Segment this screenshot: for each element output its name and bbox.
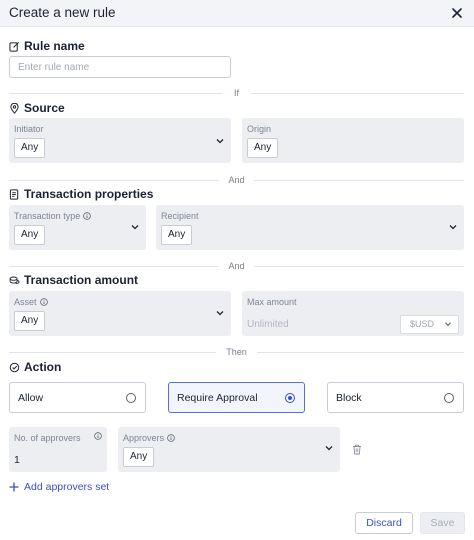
then-label: Then (220, 347, 253, 357)
receipt-icon (9, 188, 19, 200)
transaction-type-chip[interactable]: Any (14, 225, 46, 245)
max-amount-field[interactable]: Max amount Unlimited $USD (242, 291, 464, 336)
action-option-label: Allow (18, 392, 44, 404)
currency-value: $USD (410, 319, 435, 329)
rule-name-input[interactable] (9, 56, 231, 78)
recipient-chip[interactable]: Any (161, 225, 193, 245)
dialog-header: Create a new rule (0, 0, 474, 27)
if-divider: If (9, 88, 464, 98)
dialog-title: Create a new rule (9, 5, 116, 20)
action-heading: Action (9, 360, 61, 374)
currency-select[interactable]: $USD (400, 315, 459, 334)
approvers-label: Approvers (123, 433, 175, 443)
if-label: If (227, 88, 245, 98)
asset-select[interactable]: Asset Any (9, 291, 231, 336)
max-amount-placeholder: Unlimited (247, 319, 289, 330)
action-option-label: Block (336, 392, 362, 404)
add-approvers-set-label: Add approvers set (24, 481, 110, 493)
target-icon (9, 362, 20, 372)
initiator-chip[interactable]: Any (14, 138, 46, 158)
action-option-label: Require Approval (177, 392, 258, 404)
transaction-properties-heading: Transaction properties (9, 187, 153, 201)
discard-button[interactable]: Discard (355, 512, 413, 534)
asset-label: Asset (14, 297, 48, 307)
approvers-count-label: No. of approvers (14, 433, 81, 443)
edit-icon (9, 41, 19, 52)
rule-name-title: Rule name (24, 39, 85, 53)
recipient-label: Recipient (161, 211, 199, 221)
close-icon[interactable] (448, 4, 466, 22)
origin-select[interactable]: Origin Any (242, 118, 464, 163)
origin-chip[interactable]: Any (247, 138, 279, 158)
info-icon (167, 434, 175, 442)
chevron-down-icon (445, 322, 451, 327)
action-option-allow[interactable]: Allow (9, 382, 146, 413)
and-divider: And (9, 175, 464, 185)
and-label: And (222, 261, 251, 271)
approvers-select[interactable]: Approvers Any (118, 427, 340, 472)
recipient-select[interactable]: Recipient Any (156, 205, 464, 250)
chevron-down-icon (131, 225, 139, 230)
coins-icon (9, 276, 20, 284)
radio-button[interactable] (444, 393, 454, 403)
trash-icon[interactable] (352, 444, 362, 455)
radio-button-selected[interactable] (285, 393, 295, 403)
action-option-block[interactable]: Block (327, 382, 464, 413)
chevron-down-icon (449, 225, 457, 230)
source-heading: Source (9, 101, 65, 115)
rule-name-heading: Rule name (9, 39, 85, 53)
save-button[interactable]: Save (420, 512, 465, 534)
initiator-select[interactable]: Initiator Any (9, 118, 231, 163)
info-icon (83, 212, 92, 220)
transaction-amount-heading: Transaction amount (9, 273, 138, 287)
action-option-require-approval[interactable]: Require Approval (168, 382, 305, 413)
plus-icon (9, 482, 19, 492)
origin-label: Origin (247, 124, 272, 134)
chevron-down-icon (216, 139, 224, 144)
max-amount-label: Max amount (247, 297, 297, 307)
asset-chip[interactable]: Any (14, 311, 46, 331)
approvers-chip[interactable]: Any (123, 447, 155, 467)
info-icon (39, 298, 48, 306)
transaction-type-label: Transaction type (14, 211, 92, 221)
info-icon (94, 432, 102, 440)
chevron-down-icon (325, 446, 333, 451)
transaction-properties-title: Transaction properties (24, 187, 154, 201)
transaction-amount-title: Transaction amount (24, 273, 139, 287)
and-divider: And (9, 261, 464, 271)
initiator-label: Initiator (14, 124, 44, 134)
approvers-count-value: 1 (14, 454, 20, 466)
location-pin-icon (10, 102, 19, 114)
add-approvers-set-link[interactable]: Add approvers set (9, 481, 109, 493)
and-label: And (222, 175, 251, 185)
approvers-count-field[interactable]: No. of approvers 1 (9, 427, 107, 472)
radio-button[interactable] (126, 393, 136, 403)
transaction-type-select[interactable]: Transaction type Any (9, 205, 146, 250)
action-title: Action (24, 360, 62, 374)
then-divider: Then (9, 347, 464, 357)
chevron-down-icon (216, 311, 224, 316)
source-title: Source (24, 101, 65, 115)
